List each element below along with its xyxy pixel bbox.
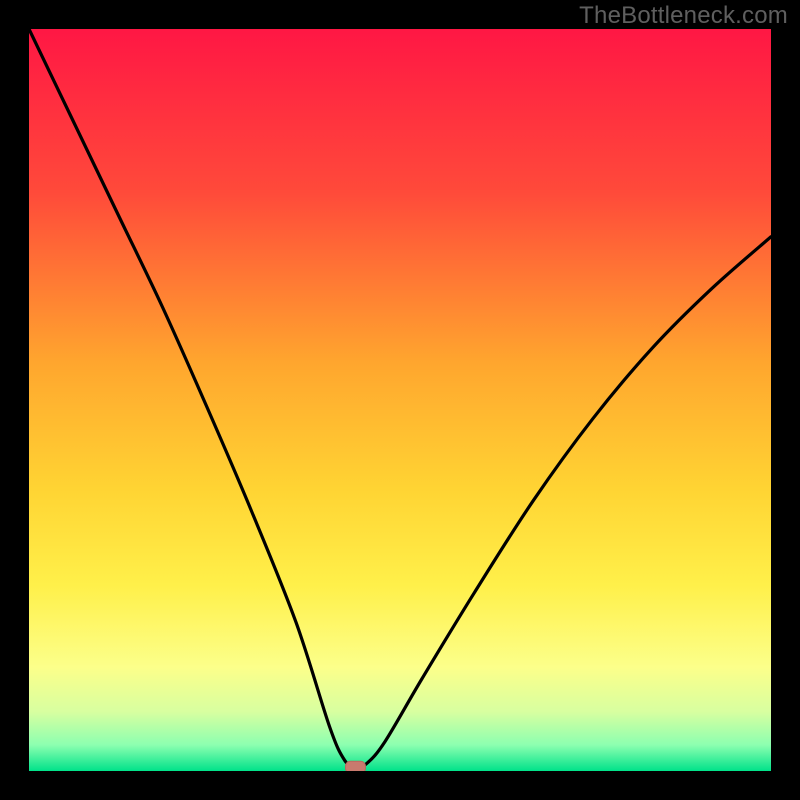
chart-frame: TheBottleneck.com <box>0 0 800 800</box>
watermark-text: TheBottleneck.com <box>579 2 788 30</box>
plot-area <box>29 29 771 771</box>
gradient-background <box>29 29 771 771</box>
chart-svg <box>29 29 771 771</box>
optimal-point-marker <box>345 761 365 771</box>
